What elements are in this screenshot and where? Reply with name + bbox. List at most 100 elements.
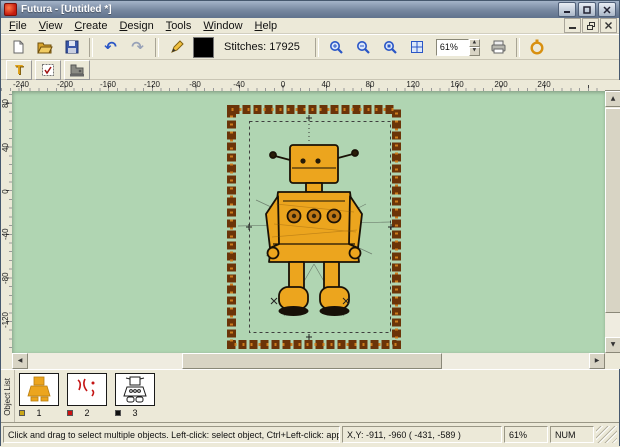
spinner-down-icon[interactable]: ▼ — [468, 47, 480, 56]
robot-neck — [305, 182, 323, 193]
ruler-label: 80 — [1, 99, 10, 108]
toolbar-separator — [515, 37, 520, 57]
vertical-scrollbar[interactable]: ▲ ▼ — [605, 91, 620, 353]
ruler-label: -120 — [143, 80, 161, 89]
ruler-label: -240 — [12, 80, 30, 89]
printer-icon — [491, 40, 506, 54]
object-thumbnail[interactable] — [67, 373, 107, 406]
object-item-1[interactable]: 1 — [19, 373, 59, 421]
mdi-close-button[interactable] — [600, 18, 617, 33]
tools-toolbar: T — [1, 59, 619, 80]
hoop-button[interactable] — [525, 35, 550, 59]
lettering-icon: T — [15, 62, 23, 77]
status-zoom-level: 61% — [504, 426, 548, 443]
menu-tools[interactable]: Tools — [160, 19, 198, 33]
undo-icon: ↶ — [104, 37, 117, 56]
zoom-selection-icon — [383, 40, 397, 54]
print-button[interactable] — [486, 35, 511, 59]
robot-body — [268, 191, 360, 263]
object-number: 3 — [132, 408, 138, 418]
menu-file[interactable]: File — [3, 19, 33, 33]
mdi-restore-button[interactable] — [582, 18, 599, 33]
status-help-text: Click and drag to select multiple object… — [3, 426, 340, 443]
scroll-right-button[interactable]: ▶ — [589, 353, 605, 369]
ruler-label: 200 — [494, 80, 508, 89]
pen-tool-button[interactable] — [164, 35, 189, 59]
zoom-in-icon — [329, 40, 343, 54]
robot-leg-right — [323, 261, 340, 289]
robot-head — [289, 144, 339, 184]
ruler-label: -40 — [1, 228, 10, 240]
ruler-label: -160 — [99, 80, 117, 89]
save-button[interactable] — [59, 35, 84, 59]
open-button[interactable] — [32, 35, 57, 59]
new-button[interactable] — [5, 35, 30, 59]
ruler-label: 160 — [450, 80, 464, 89]
embroidery-design[interactable] — [226, 104, 402, 350]
scroll-up-button[interactable]: ▲ — [605, 91, 620, 107]
maximize-icon — [583, 5, 591, 14]
minimize-icon — [564, 11, 570, 13]
object-list-tab[interactable]: Object List — [1, 370, 15, 423]
monogram-check-icon — [42, 63, 54, 76]
grid-view-button[interactable] — [405, 35, 430, 59]
vertical-scroll-thumb[interactable] — [605, 108, 620, 313]
status-bar: Click and drag to select multiple object… — [1, 422, 619, 447]
robot-leg-left — [288, 261, 305, 289]
robot-arm-right — [348, 195, 363, 249]
zoom-level-field[interactable]: 61% — [435, 38, 469, 56]
robot-hand-right — [348, 246, 362, 260]
redo-button[interactable]: ↷ — [125, 35, 150, 59]
ruler-label: 0 — [1, 189, 10, 194]
status-coordinates: X,Y: -911, -960 ( -431, -589 ) — [342, 426, 502, 443]
scroll-down-button[interactable]: ▼ — [605, 337, 620, 353]
toolbar-separator — [155, 37, 159, 57]
ruler-label: 40 — [321, 80, 331, 89]
stitch-count-label: Stitches: 17925 — [224, 41, 300, 53]
minimize-button[interactable] — [558, 2, 576, 17]
resize-grip[interactable] — [596, 426, 617, 443]
ruler-label: -80 — [1, 272, 10, 284]
maximize-button[interactable] — [578, 2, 596, 17]
spinner-up-icon[interactable]: ▲ — [468, 38, 480, 47]
machine-button[interactable] — [64, 59, 90, 80]
object-item-3[interactable]: 3 — [115, 373, 155, 421]
object-thumbnail[interactable] — [19, 373, 59, 406]
horizontal-scroll-thumb[interactable] — [182, 353, 442, 369]
monogram-button[interactable] — [35, 59, 61, 80]
object-item-2[interactable]: 2 — [67, 373, 107, 421]
object-list-label: Object List — [3, 377, 12, 416]
menu-view[interactable]: View — [33, 19, 69, 33]
save-floppy-icon — [65, 40, 78, 54]
menu-design[interactable]: Design — [113, 19, 159, 33]
object-number: 2 — [84, 408, 90, 418]
object-number: 1 — [36, 408, 42, 418]
robot-boot-left — [278, 286, 309, 310]
object-3-preview-icon — [123, 376, 147, 403]
design-canvas[interactable] — [12, 91, 605, 353]
object-thumbnail[interactable] — [115, 373, 155, 406]
mdi-minimize-button[interactable] — [564, 18, 581, 33]
ruler-label: -200 — [56, 80, 74, 89]
ruler-label: 80 — [365, 80, 375, 89]
menu-create[interactable]: Create — [68, 19, 113, 33]
menu-window[interactable]: Window — [197, 19, 248, 33]
lettering-button[interactable]: T — [6, 59, 32, 80]
ruler-label: -40 — [233, 80, 245, 89]
horizontal-scrollbar[interactable]: ◀ ▶ — [12, 353, 605, 369]
close-button[interactable] — [598, 2, 616, 17]
zoom-out-button[interactable] — [351, 35, 376, 59]
thread-color-swatch[interactable] — [193, 36, 214, 58]
ruler-label: 240 — [537, 80, 551, 89]
zoom-out-icon — [356, 40, 370, 54]
ruler-label: -80 — [189, 80, 201, 89]
undo-button[interactable]: ↶ — [98, 35, 123, 59]
zoom-level-control: 61% ▲ ▼ — [435, 38, 480, 56]
close-icon — [603, 5, 611, 14]
scroll-left-button[interactable]: ◀ — [12, 353, 28, 369]
zoom-selection-button[interactable] — [378, 35, 403, 59]
menu-help[interactable]: Help — [249, 19, 284, 33]
redo-icon: ↷ — [131, 37, 144, 56]
zoom-in-button[interactable] — [324, 35, 349, 59]
pen-icon — [170, 40, 184, 53]
